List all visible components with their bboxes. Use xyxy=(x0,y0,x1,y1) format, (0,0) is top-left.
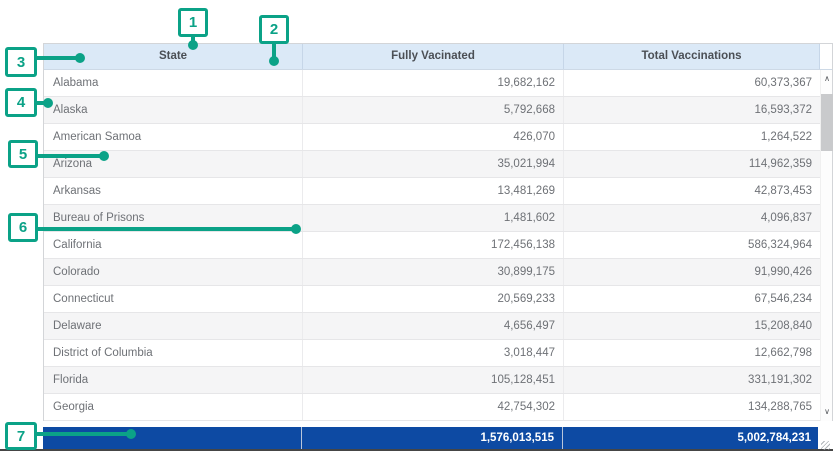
cell-fully-vaccinated: 5,792,668 xyxy=(303,97,564,123)
data-table: State Fully Vacinated Total Vaccinations… xyxy=(43,43,833,421)
column-header-total-vaccinations[interactable]: Total Vaccinations xyxy=(564,44,820,69)
vertical-scrollbar[interactable]: ∧ ∨ xyxy=(820,70,832,421)
column-header-fully-vaccinated[interactable]: Fully Vacinated xyxy=(303,44,564,69)
cell-state: Alaska xyxy=(44,97,303,123)
header-scrollbar-corner xyxy=(820,44,832,69)
callout-2: 2 xyxy=(259,15,289,44)
callout-2-dot xyxy=(269,56,279,66)
cell-total-vaccinations: 134,288,765 xyxy=(564,394,820,420)
callout-5-line xyxy=(38,154,102,158)
cell-state: Colorado xyxy=(44,259,303,285)
cell-state: Alabama xyxy=(44,70,303,96)
cell-state: Delaware xyxy=(44,313,303,339)
table-row[interactable]: Delaware4,656,49715,208,840 xyxy=(44,313,832,340)
table-total-row: 1,576,013,515 5,002,784,231 xyxy=(43,427,818,449)
cell-fully-vaccinated: 20,569,233 xyxy=(303,286,564,312)
total-cell-total-vaccinations: 5,002,784,231 xyxy=(563,427,818,449)
cell-fully-vaccinated: 19,682,162 xyxy=(303,70,564,96)
callout-5: 5 xyxy=(8,140,38,168)
callout-3: 3 xyxy=(5,47,37,77)
cell-state: Arkansas xyxy=(44,178,303,204)
cell-fully-vaccinated: 42,754,302 xyxy=(303,394,564,420)
cell-total-vaccinations: 12,662,798 xyxy=(564,340,820,366)
callout-7-dot xyxy=(126,429,136,439)
screenshot-canvas: State Fully Vacinated Total Vaccinations… xyxy=(0,0,833,453)
callout-4-dot xyxy=(43,98,53,108)
scroll-up-icon[interactable]: ∧ xyxy=(821,72,833,86)
total-cell-fully-vaccinated: 1,576,013,515 xyxy=(302,427,563,449)
callout-6: 6 xyxy=(8,213,38,242)
callout-7: 7 xyxy=(5,422,37,450)
resize-grip-icon xyxy=(821,441,830,450)
bottom-divider xyxy=(0,449,833,451)
cell-fully-vaccinated: 13,481,269 xyxy=(303,178,564,204)
table-row[interactable]: Arizona35,021,994114,962,359 xyxy=(44,151,832,178)
cell-total-vaccinations: 16,593,372 xyxy=(564,97,820,123)
table-row[interactable]: Alabama19,682,16260,373,367 xyxy=(44,70,832,97)
total-cell-state xyxy=(43,427,302,449)
cell-fully-vaccinated: 35,021,994 xyxy=(303,151,564,177)
cell-total-vaccinations: 1,264,522 xyxy=(564,124,820,150)
callout-1: 1 xyxy=(178,8,208,37)
cell-fully-vaccinated: 3,018,447 xyxy=(303,340,564,366)
table-row[interactable]: California172,456,138586,324,964 xyxy=(44,232,832,259)
cell-total-vaccinations: 114,962,359 xyxy=(564,151,820,177)
cell-fully-vaccinated: 105,128,451 xyxy=(303,367,564,393)
cell-fully-vaccinated: 1,481,602 xyxy=(303,205,564,231)
table-row[interactable]: Florida105,128,451331,191,302 xyxy=(44,367,832,394)
cell-total-vaccinations: 42,873,453 xyxy=(564,178,820,204)
callout-6-line xyxy=(38,227,294,231)
table-row[interactable]: Colorado30,899,17591,990,426 xyxy=(44,259,832,286)
cell-fully-vaccinated: 172,456,138 xyxy=(303,232,564,258)
cell-fully-vaccinated: 30,899,175 xyxy=(303,259,564,285)
callout-1-dot xyxy=(188,40,198,50)
table-body: Alabama19,682,16260,373,367Alaska5,792,6… xyxy=(44,70,832,421)
cell-total-vaccinations: 91,990,426 xyxy=(564,259,820,285)
cell-total-vaccinations: 4,096,837 xyxy=(564,205,820,231)
callout-7-line xyxy=(37,432,129,436)
cell-state: American Samoa xyxy=(44,124,303,150)
cell-total-vaccinations: 15,208,840 xyxy=(564,313,820,339)
cell-state: California xyxy=(44,232,303,258)
table-row[interactable]: Alaska5,792,66816,593,372 xyxy=(44,97,832,124)
table-row[interactable]: District of Columbia3,018,44712,662,798 xyxy=(44,340,832,367)
cell-total-vaccinations: 586,324,964 xyxy=(564,232,820,258)
cell-state: Georgia xyxy=(44,394,303,420)
callout-4: 4 xyxy=(5,88,37,117)
callout-3-dot xyxy=(75,53,85,63)
table-row[interactable]: American Samoa426,0701,264,522 xyxy=(44,124,832,151)
cell-total-vaccinations: 60,373,367 xyxy=(564,70,820,96)
table-row[interactable]: Georgia42,754,302134,288,765 xyxy=(44,394,832,421)
callout-5-dot xyxy=(99,151,109,161)
scrollbar-thumb[interactable] xyxy=(821,94,833,151)
cell-state: Florida xyxy=(44,367,303,393)
cell-fully-vaccinated: 426,070 xyxy=(303,124,564,150)
cell-state: Connecticut xyxy=(44,286,303,312)
table-row[interactable]: Connecticut20,569,23367,546,234 xyxy=(44,286,832,313)
table-header-row: State Fully Vacinated Total Vaccinations xyxy=(44,44,832,70)
cell-total-vaccinations: 331,191,302 xyxy=(564,367,820,393)
cell-fully-vaccinated: 4,656,497 xyxy=(303,313,564,339)
scroll-down-icon[interactable]: ∨ xyxy=(821,405,833,419)
cell-state: District of Columbia xyxy=(44,340,303,366)
table-row[interactable]: Arkansas13,481,26942,873,453 xyxy=(44,178,832,205)
callout-6-dot xyxy=(291,224,301,234)
cell-total-vaccinations: 67,546,234 xyxy=(564,286,820,312)
